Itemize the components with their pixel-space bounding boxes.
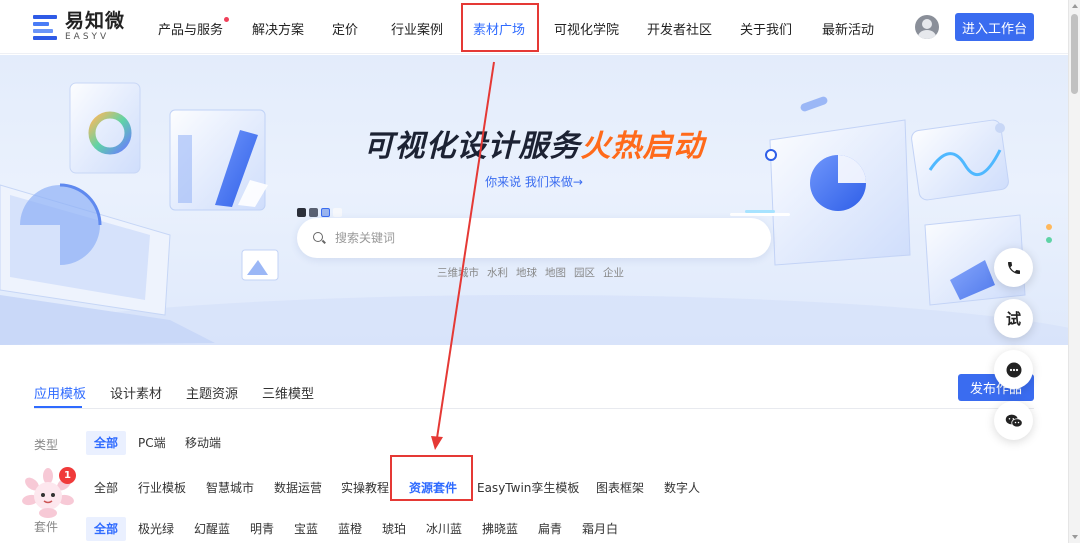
filter-label-suite: 套件 — [34, 520, 59, 534]
filter-label-type: 类型 — [34, 438, 59, 452]
trial-label: 试 — [1005, 310, 1021, 328]
tab-3d-models[interactable]: 三维模型 — [262, 383, 314, 402]
content-tabs: 应用模板 设计素材 主题资源 三维模型 — [34, 383, 338, 402]
hot-tag[interactable]: 水利 — [487, 265, 508, 280]
category-option[interactable]: 全部 — [86, 476, 126, 500]
suite-option[interactable]: 极光绿 — [130, 517, 182, 541]
hero-title: 可视化设计服务火热启动 — [363, 129, 705, 164]
suite-option[interactable]: 琥珀 — [374, 517, 414, 541]
type-option-pc[interactable]: PC端 — [130, 431, 174, 455]
category-option[interactable]: EasyTwin孪生模板 — [469, 476, 587, 500]
user-avatar[interactable] — [915, 15, 939, 39]
highlight-box-resource-suite — [390, 455, 473, 501]
nav-academy[interactable]: 可视化学院 — [554, 19, 619, 38]
logo-icon — [33, 13, 59, 41]
category-option[interactable]: 数字人 — [656, 476, 708, 500]
suite-option[interactable]: 霜月白 — [574, 517, 626, 541]
type-option-mobile[interactable]: 移动端 — [177, 431, 229, 455]
hot-tag[interactable]: 地图 — [545, 265, 566, 280]
category-option[interactable]: 数据运营 — [266, 476, 330, 500]
search-icon[interactable] — [313, 232, 323, 242]
hot-tag[interactable]: 园区 — [574, 265, 595, 280]
wechat-icon — [1005, 414, 1023, 427]
suite-option[interactable]: 宝蓝 — [286, 517, 326, 541]
chat-icon — [1006, 362, 1021, 377]
nav-solutions[interactable]: 解决方案 — [252, 19, 304, 38]
suite-option[interactable]: 拂晓蓝 — [474, 517, 526, 541]
hot-search-tags: 三维城市 水利 地球 地图 园区 企业 — [437, 265, 624, 280]
phone-icon — [1007, 261, 1020, 274]
suite-option-all[interactable]: 全部 — [86, 517, 127, 541]
hot-tag[interactable]: 三维城市 — [437, 265, 479, 280]
search-bar — [297, 218, 771, 258]
nav-events[interactable]: 最新活动 — [822, 19, 874, 38]
highlight-box-nav — [461, 3, 539, 52]
trial-button[interactable]: 试 — [994, 299, 1033, 338]
brand-name-en: EASYV — [65, 32, 110, 42]
phone-button[interactable] — [994, 248, 1033, 287]
notification-badge: 1 — [59, 467, 76, 484]
suite-option[interactable]: 扁青 — [530, 517, 570, 541]
hero-illustration — [0, 82, 1068, 345]
category-option[interactable]: 实操教程 — [333, 476, 397, 500]
category-option[interactable]: 智慧城市 — [198, 476, 262, 500]
wechat-button[interactable] — [994, 401, 1033, 440]
suite-option[interactable]: 冰川蓝 — [418, 517, 470, 541]
category-option[interactable]: 行业模板 — [130, 476, 194, 500]
tab-design-materials[interactable]: 设计素材 — [110, 383, 162, 402]
brand-name: 易知微 — [65, 10, 126, 32]
hot-tag[interactable]: 企业 — [603, 265, 624, 280]
page-scrollbar[interactable] — [1068, 0, 1080, 543]
theme-switcher[interactable] — [297, 208, 342, 217]
category-option[interactable]: 图表框架 — [588, 476, 652, 500]
scrollbar-thumb[interactable] — [1071, 14, 1078, 94]
suite-option[interactable]: 明青 — [242, 517, 282, 541]
type-option-all[interactable]: 全部 — [86, 431, 127, 455]
hot-tag[interactable]: 地球 — [516, 265, 537, 280]
scroll-down-icon[interactable] — [1072, 535, 1078, 539]
hero-subtitle-link[interactable]: 你来说 我们来做→ — [0, 173, 1068, 190]
new-dot — [224, 17, 230, 22]
nav-developer[interactable]: 开发者社区 — [647, 19, 712, 38]
enter-workbench-button[interactable]: 进入工作台 — [955, 13, 1034, 41]
tab-app-templates[interactable]: 应用模板 — [34, 383, 86, 402]
nav-products[interactable]: 产品与服务 — [158, 17, 230, 38]
brand-logo[interactable]: 易知微 EASYV — [33, 12, 125, 42]
search-input[interactable] — [335, 218, 755, 258]
nav-cases[interactable]: 行业案例 — [391, 19, 443, 38]
nav-pricing[interactable]: 定价 — [332, 19, 358, 38]
suite-option[interactable]: 蓝橙 — [330, 517, 370, 541]
scroll-up-icon[interactable] — [1072, 4, 1078, 8]
hero-banner: 可视化设计服务火热启动 你来说 我们来做→ 三维城市 水利 地球 地图 园区 企… — [0, 55, 1068, 345]
suite-option[interactable]: 幻醒蓝 — [186, 517, 238, 541]
tab-theme-resources[interactable]: 主题资源 — [186, 383, 238, 402]
tab-divider — [34, 408, 1034, 409]
nav-about[interactable]: 关于我们 — [740, 19, 792, 38]
chat-button[interactable] — [994, 350, 1033, 389]
